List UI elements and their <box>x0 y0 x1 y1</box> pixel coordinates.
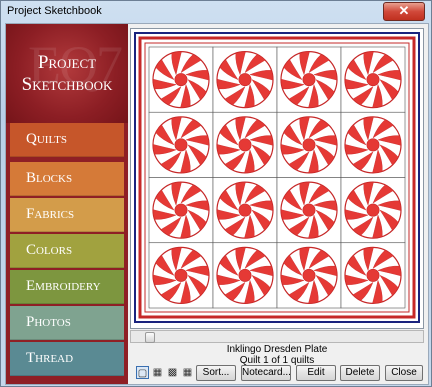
brand-logo: EQ7 Project Sketchbook <box>6 24 128 123</box>
plate-center <box>174 138 188 152</box>
sidebar-item-thread[interactable]: Thread <box>10 342 124 376</box>
edit-button[interactable]: Edit <box>296 365 336 381</box>
close-button[interactable]: Close <box>385 365 423 381</box>
quilt-image <box>134 32 420 323</box>
sidebar: EQ7 Project Sketchbook Quilts Blocks Fabri… <box>6 24 128 384</box>
plate-center <box>302 73 316 87</box>
horizontal-scrollbar[interactable] <box>130 330 424 343</box>
view-grid9-icon[interactable]: ▩ <box>166 366 179 379</box>
sort-button[interactable]: Sort... <box>196 365 236 381</box>
plate-center <box>302 203 316 217</box>
sidebar-item-photos[interactable]: Photos <box>10 306 124 340</box>
bottom-toolbar: ▢ ▦ ▩ ▦ Sort... Notecard... Edit Delete … <box>130 365 424 382</box>
plate-center <box>366 73 380 87</box>
brand-title-line1: Project <box>37 52 97 73</box>
sidebar-item-blocks[interactable]: Blocks <box>10 162 124 196</box>
plate-center <box>238 268 252 282</box>
main-panel: Inklingo Dresden Plate Quilt 1 of 1 quil… <box>130 28 424 382</box>
plate-center <box>366 203 380 217</box>
plate-center <box>174 73 188 87</box>
app-window: Project Sketchbook ✕ EQ7 Project Sketchb… <box>0 0 432 387</box>
plate-center <box>302 268 316 282</box>
title-bar[interactable]: Project Sketchbook ✕ <box>1 1 431 23</box>
quilt-name: Inklingo Dresden Plate <box>226 344 328 355</box>
notecard-button[interactable]: Notecard... <box>241 365 291 381</box>
sidebar-item-quilts[interactable]: Quilts <box>10 123 124 157</box>
client-area: EQ7 Project Sketchbook Quilts Blocks Fabri… <box>5 23 429 385</box>
view-single-icon[interactable]: ▢ <box>136 366 149 379</box>
sidebar-item-fabrics[interactable]: Fabrics <box>10 198 124 232</box>
plate-center <box>238 203 252 217</box>
plate-center <box>174 203 188 217</box>
view-grid4-icon[interactable]: ▦ <box>151 366 164 379</box>
delete-button[interactable]: Delete <box>340 365 380 381</box>
window-title: Project Sketchbook <box>7 5 102 17</box>
plate-center <box>174 268 188 282</box>
sidebar-item-colors[interactable]: Colors <box>10 234 124 268</box>
scrollbar-thumb[interactable] <box>145 332 155 343</box>
plate-center <box>366 138 380 152</box>
brand-title-line2: Sketchbook <box>21 74 113 95</box>
quilt-canvas[interactable] <box>130 28 424 329</box>
plate-center <box>302 138 316 152</box>
plate-center <box>366 268 380 282</box>
sidebar-item-embroidery[interactable]: Embroidery <box>10 270 124 304</box>
close-window-button[interactable]: ✕ <box>383 2 425 21</box>
plate-center <box>238 138 252 152</box>
view-grid16-icon[interactable]: ▦ <box>181 366 194 379</box>
plate-center <box>238 73 252 87</box>
